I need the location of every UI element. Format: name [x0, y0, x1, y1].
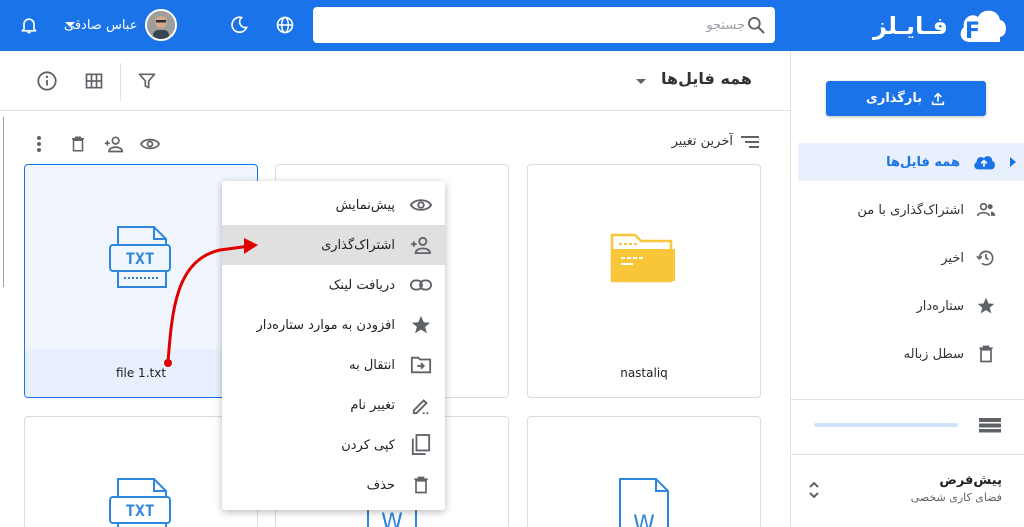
menu-item-rename[interactable]: تغییر نام	[222, 385, 445, 425]
eye-icon[interactable]	[139, 133, 161, 155]
menu-item-copy[interactable]: کپی کردن	[222, 425, 445, 465]
menu-item-label: انتقال به	[349, 357, 395, 373]
globe-icon[interactable]	[273, 13, 297, 37]
sidebar-divider	[790, 399, 1024, 400]
search-icon[interactable]	[745, 14, 767, 36]
filter-icon[interactable]	[135, 69, 159, 93]
sort-icon	[741, 135, 759, 148]
svg-text:TXT: TXT	[126, 249, 155, 268]
folder-card[interactable]: nastaliq	[527, 164, 761, 398]
menu-item-label: پیش‌نمایش	[335, 197, 395, 213]
star-icon	[409, 313, 433, 337]
sidebar: بارگذاری همه فایل‌ها اشتراک‌گذاری با من …	[790, 51, 1024, 527]
workspace-title: پیش‌فرض	[939, 473, 1002, 488]
sort-control[interactable]: آخرین تغییر	[672, 134, 759, 149]
svg-text:TXT: TXT	[126, 501, 155, 520]
unfold-icon[interactable]	[807, 479, 821, 501]
person-add-icon[interactable]	[103, 133, 125, 155]
app-logo[interactable]: F فـایـلز	[873, 6, 1010, 46]
bell-icon[interactable]	[17, 13, 41, 37]
sidebar-item-label: ستاره‌دار	[916, 298, 964, 314]
dark-mode-icon[interactable]	[227, 13, 251, 37]
people-icon	[976, 202, 996, 217]
svg-text:W: W	[633, 512, 655, 527]
cloud-logo-icon: F	[960, 10, 1006, 44]
app-header: F فـایـلز عباس صادقی	[0, 0, 1024, 51]
sidebar-nav: همه فایل‌ها اشتراک‌گذاری با من اخیر ستار…	[798, 143, 1024, 383]
storage-icon	[979, 418, 1001, 433]
sidebar-item-label: سطل زباله	[903, 346, 964, 362]
sidebar-item-label: همه فایل‌ها	[886, 154, 960, 170]
menu-item-label: افزودن به موارد ستاره‌دار	[256, 317, 396, 333]
menu-item-label: دریافت لینک	[328, 277, 395, 293]
sidebar-item-all-files[interactable]: همه فایل‌ها	[798, 143, 1024, 181]
rename-icon	[409, 393, 433, 417]
main-toolbar: همه فایل‌ها	[0, 51, 790, 111]
menu-item-add-star[interactable]: افزودن به موارد ستاره‌دار	[222, 305, 445, 345]
trash-icon	[409, 473, 433, 497]
more-vert-icon[interactable]	[28, 133, 50, 155]
menu-item-delete[interactable]: حذف	[222, 465, 445, 505]
user-menu[interactable]: عباس صادقی	[64, 8, 178, 42]
txt-file-icon: TXT	[109, 478, 171, 527]
menu-item-get-link[interactable]: دریافت لینک	[222, 265, 445, 305]
sidebar-divider	[790, 454, 1024, 455]
sidebar-item-shared-with-me[interactable]: اشتراک‌گذاری با من	[798, 191, 1024, 229]
workspace-subtitle: فضای کاری شخصی	[910, 491, 1002, 504]
menu-item-label: حذف	[366, 477, 395, 493]
history-icon	[976, 250, 994, 266]
chevron-down-icon[interactable]	[60, 13, 80, 37]
avatar[interactable]	[145, 9, 178, 41]
menu-item-label: اشتراک‌گذاری	[321, 237, 395, 253]
upload-icon	[931, 92, 945, 105]
txt-file-icon: TXT	[109, 226, 171, 288]
word-file-icon: W	[619, 478, 669, 527]
grid-view-icon[interactable]	[82, 69, 106, 93]
search-box[interactable]	[313, 7, 775, 43]
menu-item-preview[interactable]: پیش‌نمایش	[222, 185, 445, 225]
eye-icon	[409, 193, 433, 217]
move-icon	[409, 353, 433, 377]
workspace-switcher[interactable]: پیش‌فرض فضای کاری شخصی	[807, 473, 1002, 513]
sidebar-item-trash[interactable]: سطل زباله	[798, 335, 1024, 373]
svg-text:F: F	[965, 19, 980, 44]
sort-label: آخرین تغییر	[671, 134, 733, 149]
upload-label: بارگذاری	[865, 91, 923, 106]
sidebar-item-recent[interactable]: اخیر	[798, 239, 1024, 277]
link-icon	[409, 273, 433, 297]
trash-icon[interactable]	[67, 133, 89, 155]
folder-icon	[610, 233, 675, 283]
menu-item-label: تغییر نام	[350, 397, 395, 413]
person-add-icon	[409, 233, 433, 257]
caret-down-icon[interactable]	[636, 79, 646, 84]
file-card[interactable]: W	[527, 416, 761, 527]
file-name: nastaliq	[620, 366, 668, 380]
star-icon	[977, 297, 995, 314]
scroll-indicator	[3, 117, 4, 287]
menu-item-label: کپی کردن	[341, 437, 395, 453]
sidebar-item-starred[interactable]: ستاره‌دار	[798, 287, 1024, 325]
storage-bar	[814, 423, 958, 427]
upload-button[interactable]: بارگذاری	[826, 81, 986, 116]
page-title: همه فایل‌ها	[661, 69, 752, 88]
context-menu: پیش‌نمایش اشتراک‌گذاری دریافت لینک افزود…	[222, 181, 445, 510]
logo-text: فـایـلز	[873, 12, 948, 40]
svg-text:W: W	[381, 510, 403, 527]
trash-icon	[979, 345, 993, 363]
search-input[interactable]	[321, 17, 745, 33]
toolbar-divider	[120, 63, 121, 101]
info-icon[interactable]	[35, 69, 59, 93]
cloud-upload-icon	[974, 156, 995, 170]
menu-item-move[interactable]: انتقال به	[222, 345, 445, 385]
copy-icon	[409, 433, 433, 457]
sidebar-item-label: اشتراک‌گذاری با من	[857, 202, 964, 218]
sidebar-item-label: اخیر	[941, 250, 964, 266]
menu-item-share[interactable]: اشتراک‌گذاری	[222, 225, 445, 265]
